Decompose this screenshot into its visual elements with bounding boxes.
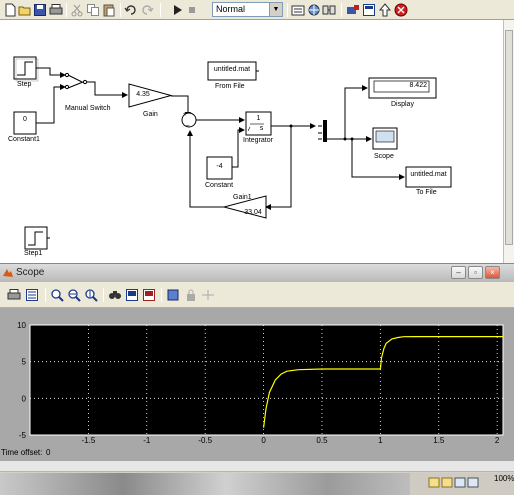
x-tick-label: -0.5 bbox=[198, 436, 212, 444]
display-label: Display bbox=[391, 101, 414, 108]
scope-label: Scope bbox=[374, 153, 394, 160]
build-icon[interactable] bbox=[291, 3, 305, 17]
up-icon[interactable] bbox=[378, 3, 392, 17]
time-offset-value: 0 bbox=[46, 448, 51, 457]
background-window bbox=[0, 473, 410, 495]
signal-select-icon[interactable] bbox=[201, 288, 215, 302]
maximize-button[interactable]: ▫ bbox=[468, 266, 483, 279]
integrator-denominator: s bbox=[259, 125, 264, 132]
step-label: Step bbox=[17, 81, 32, 88]
print-icon[interactable] bbox=[7, 288, 21, 302]
x-tick-label: 1 bbox=[378, 436, 383, 444]
mux-block[interactable] bbox=[318, 120, 327, 142]
scope-toolbar bbox=[0, 282, 514, 308]
x-tick-label: 0 bbox=[261, 436, 266, 444]
constant1-label: Constant1 bbox=[8, 136, 40, 143]
scope-block[interactable] bbox=[372, 127, 398, 150]
x-tick-label: 1.5 bbox=[433, 436, 445, 444]
step-block[interactable] bbox=[13, 56, 39, 82]
close-button[interactable]: × bbox=[485, 266, 500, 279]
simulation-mode-value: Normal bbox=[216, 4, 246, 14]
horizontal-scrollbar[interactable] bbox=[0, 461, 514, 472]
gain1-value: 33.04 bbox=[244, 209, 262, 216]
model-canvas[interactable]: + – Step 0 Constant1 Manual Switch 4.35 … bbox=[0, 20, 514, 263]
svg-text:–: – bbox=[185, 121, 190, 130]
integrator-numerator: 1 bbox=[256, 115, 261, 122]
to-file-value: untitled.mat bbox=[410, 171, 447, 178]
display-value: 8.422 bbox=[409, 82, 427, 89]
y-tick-label: -5 bbox=[19, 431, 27, 440]
manual-switch-block[interactable] bbox=[64, 72, 88, 97]
x-tick-label: -1 bbox=[143, 436, 151, 444]
y-tick-label: 5 bbox=[22, 358, 27, 367]
save-icon[interactable] bbox=[33, 3, 47, 17]
floating-icon[interactable] bbox=[166, 288, 180, 302]
zoom-level: 100% bbox=[494, 474, 514, 483]
open-icon[interactable] bbox=[18, 3, 32, 17]
restore-axes-icon[interactable] bbox=[142, 288, 156, 302]
plot-frame bbox=[29, 324, 504, 436]
scope-chart: -1.5 -1 -0.5 0 0.5 1 1.5 2 10 5 0 -5 bbox=[17, 321, 504, 444]
time-offset-bar: Time offset: 0 bbox=[0, 444, 514, 461]
scope-title-bar[interactable]: Scope – ▫ × bbox=[0, 263, 514, 282]
debug-icon[interactable] bbox=[346, 3, 360, 17]
undo-icon[interactable] bbox=[124, 3, 138, 17]
zoom-icon[interactable] bbox=[50, 288, 64, 302]
parameters-icon[interactable] bbox=[25, 288, 39, 302]
gain-value: 4.35 bbox=[136, 91, 150, 98]
sum-block[interactable]: + – bbox=[181, 111, 197, 130]
x-tick-label: 2 bbox=[495, 436, 500, 444]
zoom-x-icon[interactable] bbox=[67, 288, 81, 302]
matlab-icon bbox=[3, 269, 13, 277]
new-icon[interactable] bbox=[3, 3, 17, 17]
library-icon[interactable] bbox=[322, 3, 336, 17]
model-browser-icon[interactable] bbox=[362, 3, 376, 17]
x-tick-label: 0.5 bbox=[316, 436, 328, 444]
cut-icon[interactable] bbox=[70, 3, 84, 17]
model-explorer-icon[interactable] bbox=[307, 3, 321, 17]
play-icon[interactable] bbox=[170, 3, 184, 17]
save-axes-icon[interactable] bbox=[125, 288, 139, 302]
zoom-y-icon[interactable] bbox=[84, 288, 98, 302]
svg-text:+: + bbox=[183, 111, 187, 118]
integrator-label: Integrator bbox=[243, 137, 273, 144]
scope-title: Scope bbox=[16, 267, 45, 278]
constant-value: -4 bbox=[216, 163, 223, 170]
copy-icon[interactable] bbox=[86, 3, 100, 17]
time-offset-label: Time offset: bbox=[1, 448, 43, 457]
y-tick-label: 0 bbox=[22, 394, 27, 403]
y-tick-label: 10 bbox=[17, 321, 26, 330]
redo-icon[interactable] bbox=[140, 3, 154, 17]
autoscale-icon[interactable] bbox=[108, 288, 122, 302]
to-file-label: To File bbox=[416, 189, 437, 196]
chevron-down-icon: ▼ bbox=[269, 3, 282, 16]
gain-label: Gain bbox=[143, 111, 158, 118]
print-icon[interactable] bbox=[49, 3, 63, 17]
constant-label: Constant bbox=[205, 182, 234, 189]
scope-plot-area[interactable]: -1.5 -1 -0.5 0 0.5 1 1.5 2 10 5 0 -5 bbox=[0, 308, 514, 444]
gain1-label: Gain1 bbox=[233, 194, 252, 201]
lock-icon[interactable] bbox=[184, 288, 198, 302]
step1-block[interactable] bbox=[24, 226, 50, 250]
paste-icon[interactable] bbox=[102, 3, 116, 17]
stop-icon[interactable] bbox=[185, 3, 199, 17]
simulation-mode-select[interactable]: Normal ▼ bbox=[212, 2, 283, 17]
model-vertical-scrollbar[interactable] bbox=[503, 20, 514, 263]
model-toolbar: Normal ▼ bbox=[0, 0, 514, 20]
step1-label: Step1 bbox=[24, 250, 43, 257]
minimize-button[interactable]: – bbox=[451, 266, 466, 279]
stop-sign-icon[interactable] bbox=[394, 3, 408, 17]
scrollbar-thumb[interactable] bbox=[505, 30, 513, 245]
taskbar: 100% bbox=[0, 461, 514, 495]
constant1-value: 0 bbox=[23, 116, 27, 123]
manual-switch-label: Manual Switch bbox=[65, 105, 111, 112]
from-file-value: untitled.mat bbox=[213, 66, 251, 73]
x-tick-label: -1.5 bbox=[81, 436, 95, 444]
from-file-label: From File bbox=[215, 83, 245, 90]
tray-icons[interactable] bbox=[428, 476, 488, 490]
